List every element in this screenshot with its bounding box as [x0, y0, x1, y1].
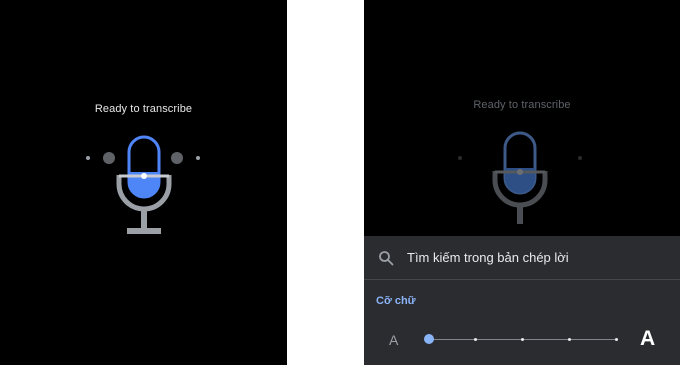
level-dot-outer-left	[458, 156, 462, 160]
options-sheet: Tìm kiếm trong bản chép lời Cỡ chữ A A	[364, 236, 680, 365]
status-text: Ready to transcribe	[94, 103, 193, 115]
right-screen: Ready to transcribe Tìm kiếm trong bản c…	[364, 0, 680, 365]
slider-stop[interactable]	[521, 338, 524, 341]
slider-stop[interactable]	[615, 338, 618, 341]
slider-stop[interactable]	[474, 338, 477, 341]
status-text: Ready to transcribe	[473, 99, 571, 111]
search-icon	[379, 251, 394, 266]
mic-stem	[141, 208, 147, 228]
microphone-icon	[458, 131, 582, 224]
search-label: Tìm kiếm trong bản chép lời	[407, 250, 569, 265]
level-dot-outer-right	[196, 156, 200, 160]
level-dot-outer-right	[578, 156, 582, 160]
slider-thumb[interactable]	[424, 334, 434, 344]
transcript-search-row[interactable]: Tìm kiếm trong bản chép lời	[364, 236, 680, 280]
font-size-large-label: A	[640, 327, 656, 350]
level-dot-inner-left	[103, 152, 115, 164]
level-dot-inner-right	[171, 152, 183, 164]
mic-stem	[517, 204, 523, 224]
font-size-small-label: A	[389, 332, 399, 348]
level-dot-outer-left	[86, 156, 90, 160]
font-size-heading: Cỡ chữ	[376, 295, 416, 307]
slider-stop[interactable]	[568, 338, 571, 341]
left-screen: Ready to transcribe	[0, 0, 287, 365]
mic-center-dot	[517, 169, 523, 175]
mic-base	[127, 228, 161, 234]
mic-center-dot	[141, 173, 147, 179]
microphone-icon	[86, 135, 200, 234]
